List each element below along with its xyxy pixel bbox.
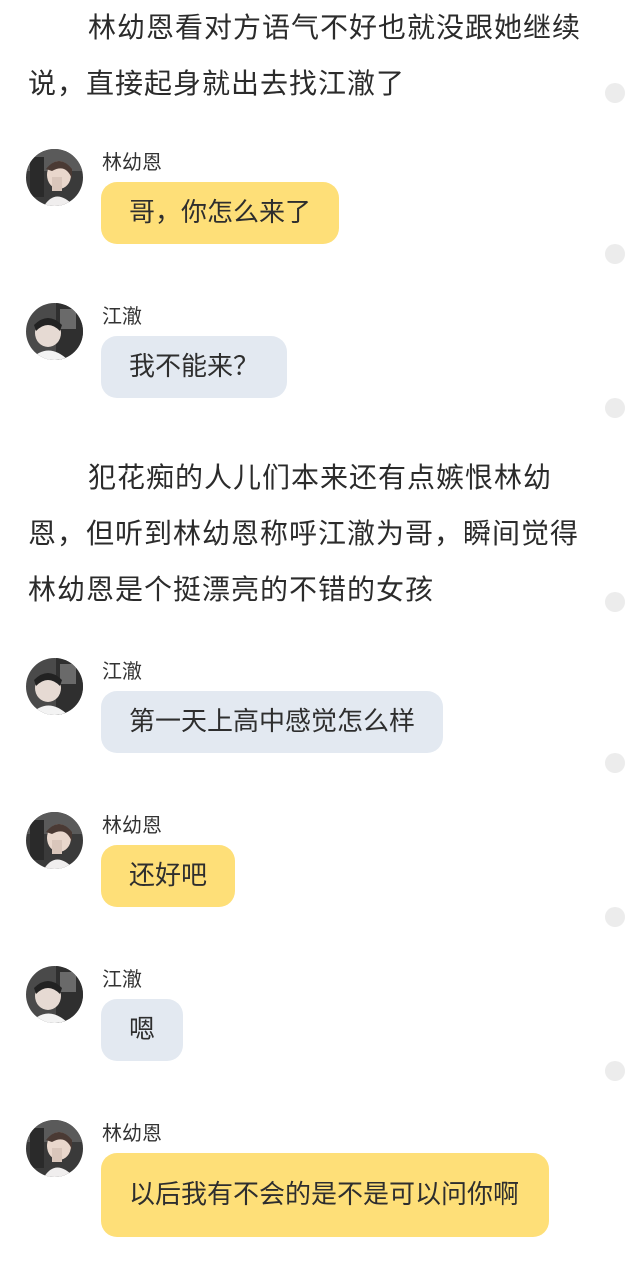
paragraph-comment-dot[interactable]: [605, 592, 625, 612]
paragraph-comment-dot[interactable]: [605, 907, 625, 927]
chat-bubble: 以后我有不会的是不是可以问你啊: [101, 1153, 549, 1237]
paragraph-comment-dot[interactable]: [605, 753, 625, 773]
chat-bubble: 还好吧: [101, 845, 236, 907]
paragraph-comment-dot[interactable]: [605, 83, 625, 103]
speaker-name: 江澈: [102, 304, 142, 328]
lin-youen-avatar[interactable]: [26, 149, 83, 206]
speaker-name: 江澈: [102, 967, 142, 991]
chat-bubble: 哥，你怎么来了: [101, 182, 340, 244]
jiang-che-avatar[interactable]: [26, 658, 83, 715]
jiang-che-avatar[interactable]: [26, 303, 83, 360]
narration-paragraph: 犯花痴的人儿们本来还有点嫉恨林幼恩，但听到林幼恩称呼江澈为哥，瞬间觉得林幼恩是个…: [28, 461, 580, 606]
speaker-name: 林幼恩: [102, 813, 162, 837]
speaker-name: 江澈: [102, 659, 142, 683]
chat-bubble: 嗯: [101, 999, 184, 1061]
jiang-che-avatar[interactable]: [26, 966, 83, 1023]
paragraph-comment-dot[interactable]: [605, 398, 625, 418]
chat-bubble: 第一天上高中感觉怎么样: [101, 691, 444, 753]
chat-bubble: 我不能来？: [101, 336, 288, 398]
speaker-name: 林幼恩: [102, 1121, 162, 1145]
paragraph-comment-dot[interactable]: [605, 1061, 625, 1081]
narration-paragraph: 林幼恩看对方语气不好也就没跟她继续说，直接起身就出去找江澈了: [28, 11, 582, 100]
lin-youen-avatar[interactable]: [26, 1120, 83, 1177]
paragraph-comment-dot[interactable]: [605, 244, 625, 264]
speaker-name: 林幼恩: [102, 150, 162, 174]
lin-youen-avatar[interactable]: [26, 812, 83, 869]
